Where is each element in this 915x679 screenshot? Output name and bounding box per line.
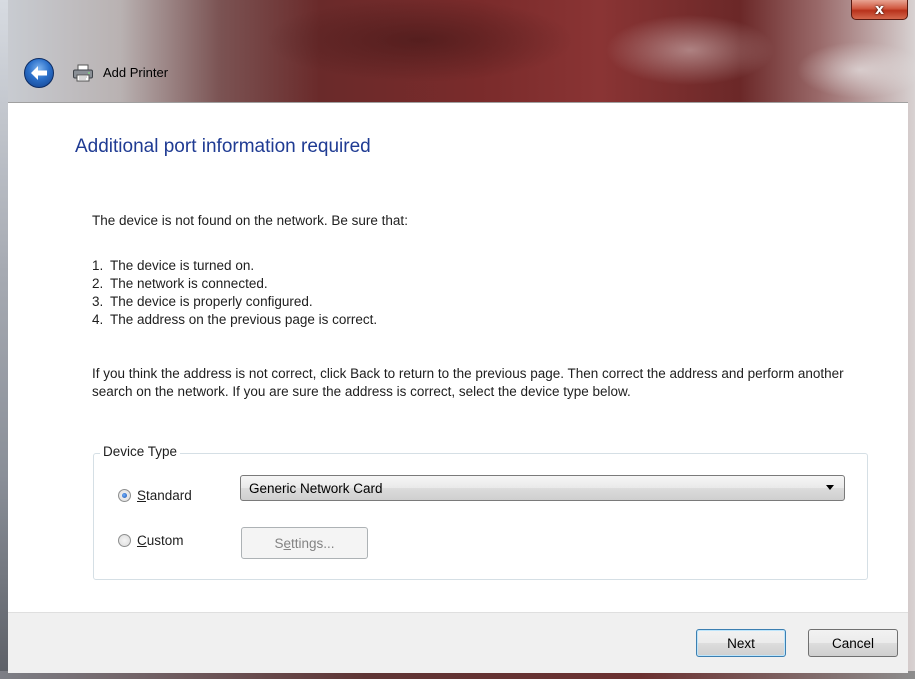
standard-accel: S bbox=[137, 488, 147, 503]
instructions-paragraph: If you think the address is not correct,… bbox=[92, 366, 844, 399]
custom-radio[interactable] bbox=[118, 534, 131, 547]
desktop-edge bbox=[0, 0, 8, 679]
checklist-number: 2. bbox=[92, 276, 104, 291]
custom-label: Custom bbox=[137, 533, 184, 548]
intro-text: The device is not found on the network. … bbox=[92, 213, 408, 228]
back-arrow-icon bbox=[31, 66, 47, 80]
page-title: Additional port information required bbox=[75, 136, 371, 157]
checklist-item: 1. The device is turned on. bbox=[92, 258, 254, 273]
checklist-text: The device is turned on. bbox=[110, 258, 255, 273]
checklist-text: The device is properly configured. bbox=[110, 294, 313, 309]
device-type-legend: Device Type bbox=[100, 444, 181, 459]
radio-selected-dot bbox=[122, 493, 127, 498]
custom-accel: C bbox=[137, 533, 147, 548]
custom-label-rest: ustom bbox=[146, 533, 184, 548]
device-type-dropdown[interactable]: Generic Network Card bbox=[240, 475, 845, 501]
close-button[interactable]: x bbox=[851, 0, 908, 20]
wizard-content: Additional port information required The… bbox=[8, 102, 908, 673]
next-button[interactable]: Next bbox=[696, 629, 786, 657]
checklist-number: 1. bbox=[92, 258, 104, 273]
standard-radio[interactable] bbox=[118, 489, 131, 502]
window-title: Add Printer bbox=[103, 65, 169, 80]
back-button[interactable] bbox=[24, 58, 54, 88]
dropdown-value: Generic Network Card bbox=[249, 480, 383, 496]
custom-radio-option[interactable]: Custom bbox=[118, 533, 184, 548]
checklist-text: The address on the previous page is corr… bbox=[110, 312, 378, 327]
settings-label-rest: ttings... bbox=[291, 535, 335, 551]
printer-icon bbox=[73, 64, 93, 82]
checklist-number: 3. bbox=[92, 294, 104, 309]
standard-label-rest: tandard bbox=[146, 488, 192, 503]
chevron-down-icon bbox=[826, 485, 834, 490]
settings-label-pre: S bbox=[274, 535, 284, 551]
device-type-group: Device Type Standard Generic Network Car… bbox=[93, 444, 868, 580]
checklist-item: 2. The network is connected. bbox=[92, 276, 268, 291]
checklist-number: 4. bbox=[92, 312, 104, 327]
checklist-text: The network is connected. bbox=[110, 276, 268, 291]
settings-accel: e bbox=[283, 535, 291, 551]
settings-button[interactable]: Se ttings... bbox=[241, 527, 368, 559]
close-icon: x bbox=[874, 1, 885, 18]
cancel-button[interactable]: Cancel bbox=[808, 629, 898, 657]
checklist-item: 3. The device is properly configured. bbox=[92, 294, 313, 309]
standard-label: Standard bbox=[137, 488, 192, 503]
wizard-footer: Next Cancel bbox=[8, 612, 908, 673]
standard-radio-option[interactable]: Standard bbox=[118, 488, 192, 503]
checklist-item: 4. The address on the previous page is co… bbox=[92, 312, 377, 327]
